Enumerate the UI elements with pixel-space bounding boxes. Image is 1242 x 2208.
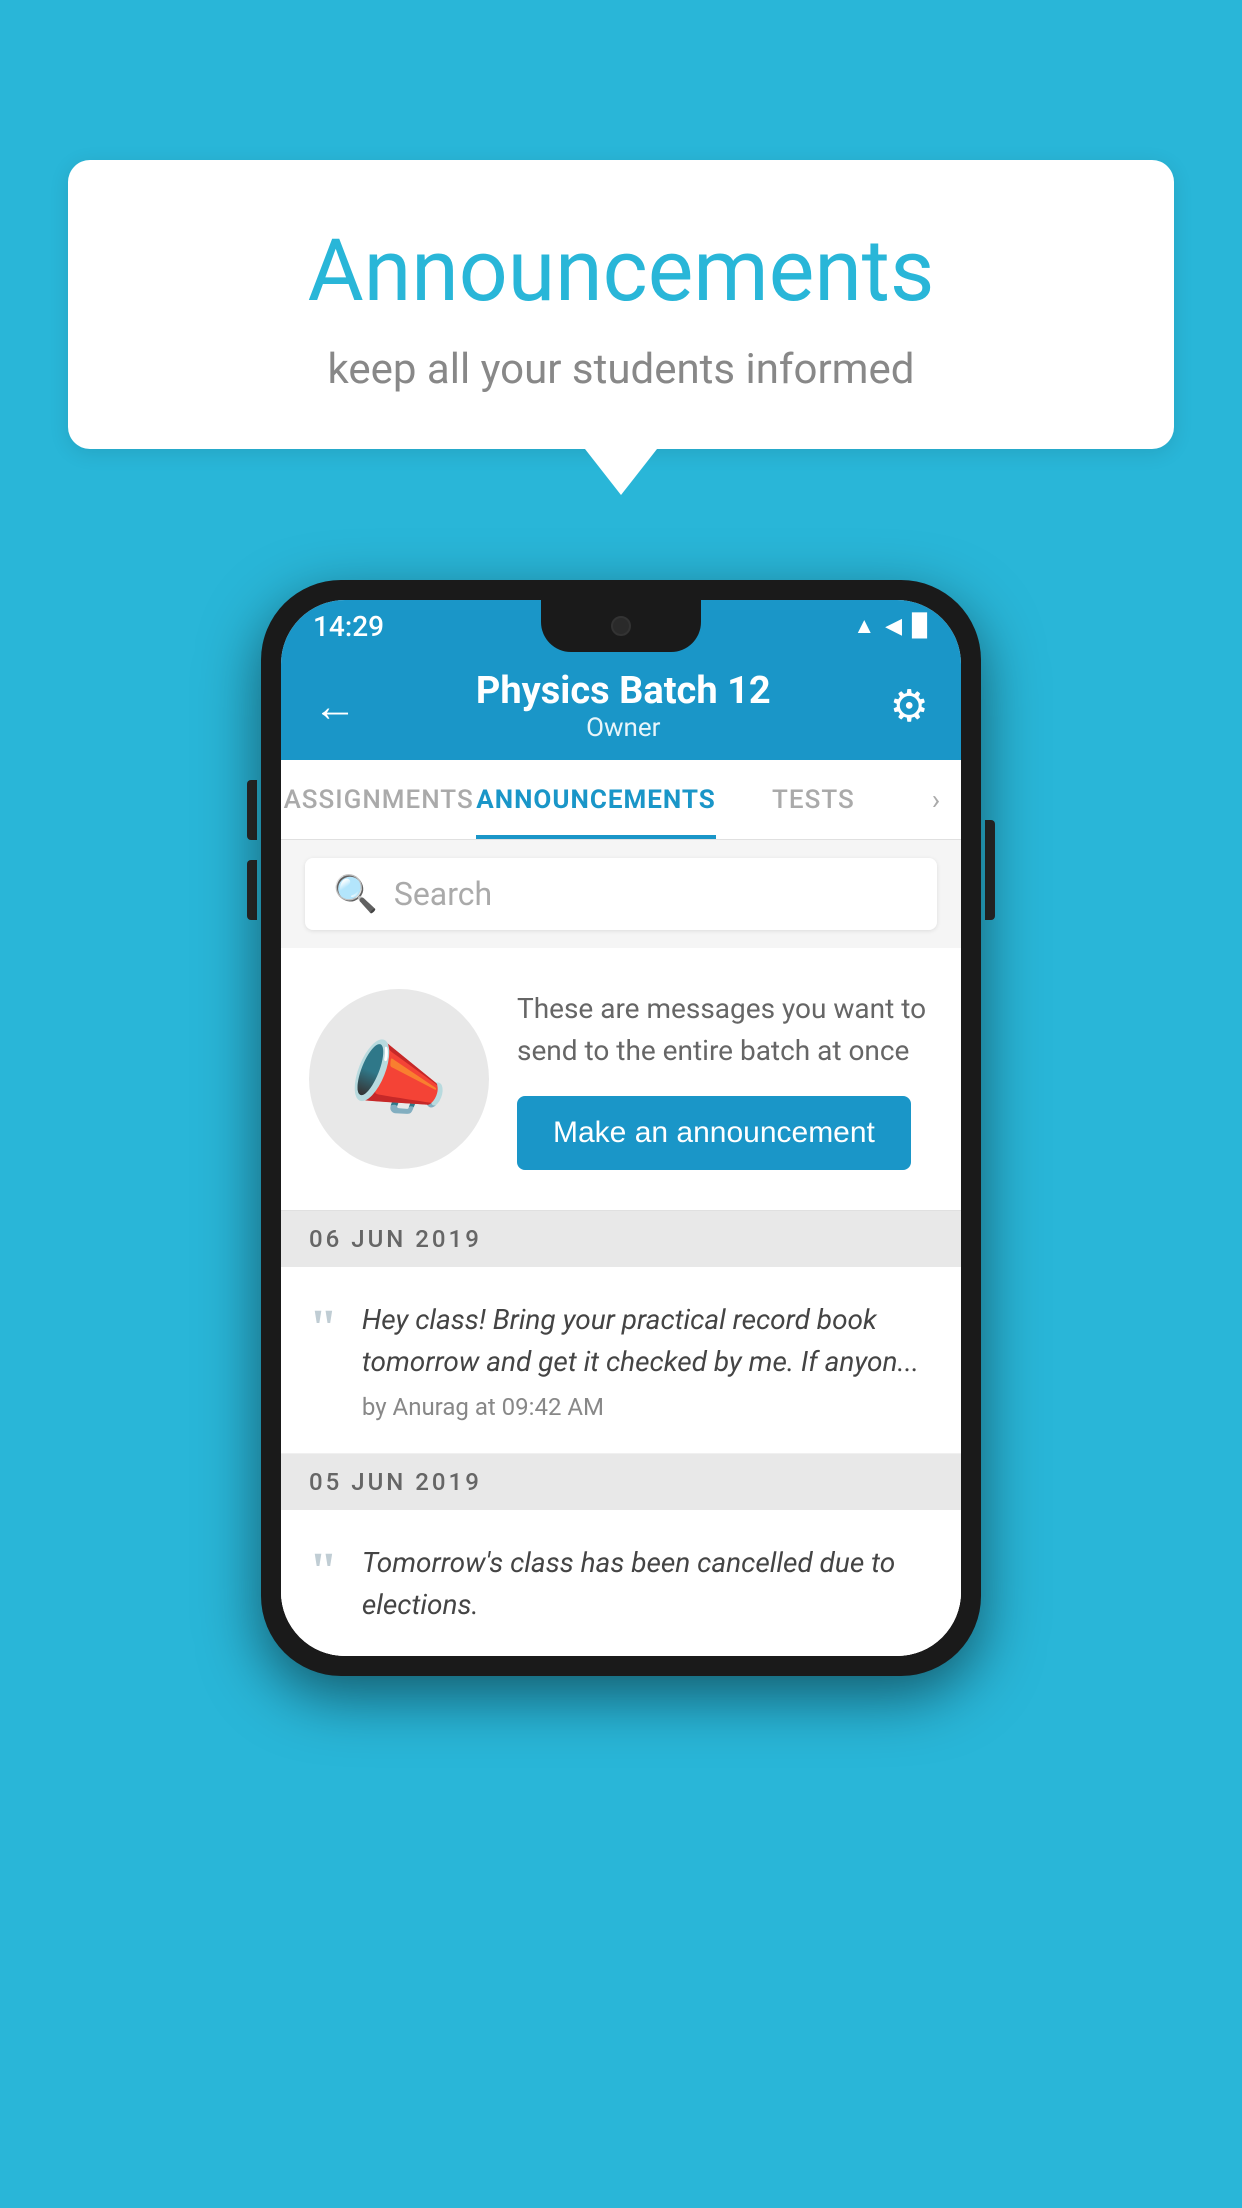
content-area: 🔍 Search 📣 These are messages you want t… bbox=[281, 840, 961, 1656]
status-bar: 14:29 ▲ ◀ ▉ bbox=[281, 600, 961, 652]
promo-icon-circle: 📣 bbox=[309, 989, 489, 1169]
speech-bubble-tail bbox=[585, 449, 657, 495]
bubble-subtitle: keep all your students informed bbox=[148, 345, 1094, 394]
quote-icon-2: " bbox=[309, 1546, 338, 1598]
announcement-item-1: " Hey class! Bring your practical record… bbox=[281, 1267, 961, 1454]
phone-screen: 14:29 ▲ ◀ ▉ ← Physics Batch 12 Owner ⚙ bbox=[281, 600, 961, 1656]
volume-down-button bbox=[247, 860, 257, 920]
status-icons: ▲ ◀ ▉ bbox=[853, 613, 929, 639]
date-separator-2: 05 JUN 2019 bbox=[281, 1454, 961, 1510]
signal-icon: ◀ bbox=[885, 614, 902, 639]
bubble-title: Announcements bbox=[148, 220, 1094, 321]
phone-notch bbox=[541, 600, 701, 652]
tab-bar: ASSIGNMENTS ANNOUNCEMENTS TESTS › bbox=[281, 760, 961, 840]
speech-bubble-section: Announcements keep all your students inf… bbox=[68, 160, 1174, 495]
app-bar-title: Physics Batch 12 bbox=[357, 669, 890, 713]
announcement-body-2: Tomorrow's class has been cancelled due … bbox=[362, 1542, 933, 1636]
front-camera bbox=[611, 616, 631, 636]
promo-right: These are messages you want to send to t… bbox=[517, 988, 933, 1170]
date-separator-1: 06 JUN 2019 bbox=[281, 1211, 961, 1267]
megaphone-icon: 📣 bbox=[349, 1032, 449, 1126]
phone-mockup: 14:29 ▲ ◀ ▉ ← Physics Batch 12 Owner ⚙ bbox=[261, 580, 981, 1676]
quote-icon-1: " bbox=[309, 1303, 338, 1355]
announcement-item-2: " Tomorrow's class has been cancelled du… bbox=[281, 1510, 961, 1656]
tab-more-button[interactable]: › bbox=[911, 760, 961, 839]
power-button bbox=[985, 820, 995, 920]
app-bar-subtitle: Owner bbox=[357, 713, 890, 743]
app-bar: ← Physics Batch 12 Owner ⚙ bbox=[281, 652, 961, 760]
phone-outer-shell: 14:29 ▲ ◀ ▉ ← Physics Batch 12 Owner ⚙ bbox=[261, 580, 981, 1676]
search-bar-wrapper: 🔍 Search bbox=[281, 840, 961, 948]
speech-bubble-card: Announcements keep all your students inf… bbox=[68, 160, 1174, 449]
back-button[interactable]: ← bbox=[313, 680, 357, 732]
settings-icon[interactable]: ⚙ bbox=[890, 680, 929, 732]
tab-tests[interactable]: TESTS bbox=[716, 760, 911, 839]
app-bar-title-group: Physics Batch 12 Owner bbox=[357, 669, 890, 743]
announcement-meta-1: by Anurag at 09:42 AM bbox=[362, 1393, 933, 1421]
make-announcement-button[interactable]: Make an announcement bbox=[517, 1096, 911, 1170]
search-bar[interactable]: 🔍 Search bbox=[305, 858, 937, 930]
status-time: 14:29 bbox=[313, 610, 384, 643]
search-icon: 🔍 bbox=[333, 873, 378, 915]
volume-up-button bbox=[247, 780, 257, 840]
promo-section: 📣 These are messages you want to send to… bbox=[281, 948, 961, 1211]
announcement-text-1: Hey class! Bring your practical record b… bbox=[362, 1299, 933, 1383]
tab-assignments[interactable]: ASSIGNMENTS bbox=[281, 760, 476, 839]
announcement-text-2: Tomorrow's class has been cancelled due … bbox=[362, 1542, 933, 1626]
battery-icon: ▉ bbox=[912, 614, 929, 639]
tab-announcements[interactable]: ANNOUNCEMENTS bbox=[476, 760, 715, 839]
announcement-body-1: Hey class! Bring your practical record b… bbox=[362, 1299, 933, 1421]
wifi-icon: ▲ bbox=[853, 613, 875, 639]
promo-description: These are messages you want to send to t… bbox=[517, 988, 933, 1072]
search-placeholder: Search bbox=[394, 875, 492, 913]
